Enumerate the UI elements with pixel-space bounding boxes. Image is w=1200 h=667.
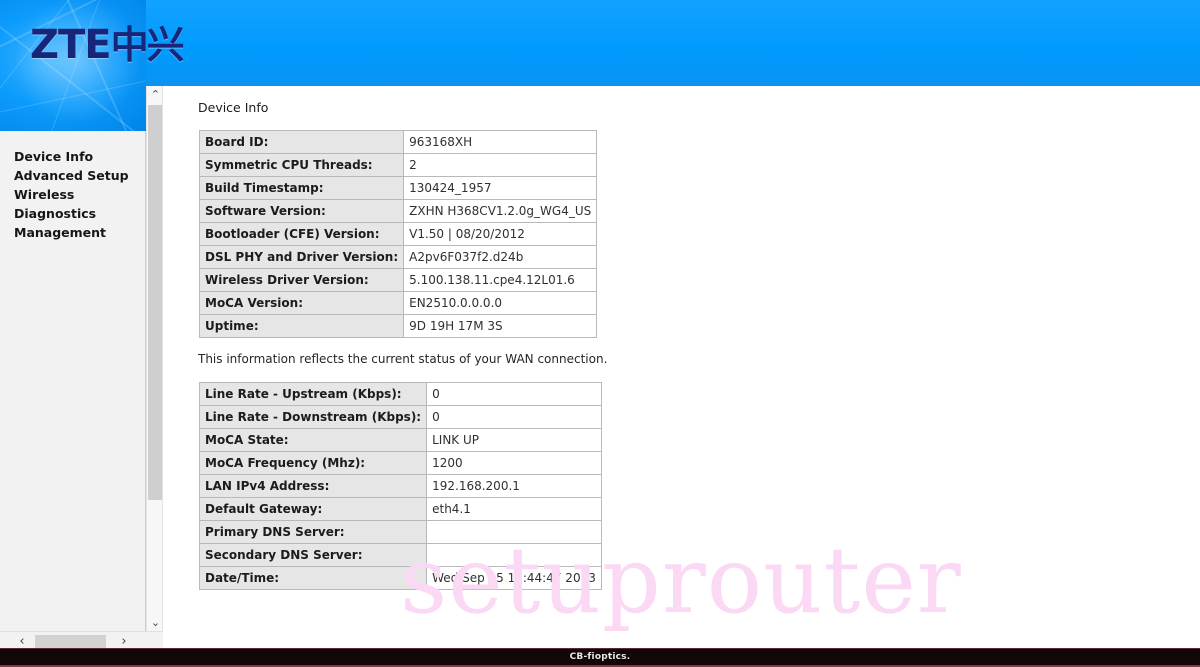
row-label: Line Rate - Upstream (Kbps): (198, 382, 428, 406)
row-label: Board ID: (198, 130, 405, 154)
row-label: Wireless Driver Version: (198, 268, 405, 292)
row-label: MoCA Version: (198, 291, 405, 315)
sidebar: Device Info Advanced Setup Wireless Diag… (0, 131, 146, 631)
bottom-status-text: CB-fioptics. (569, 652, 631, 662)
bottom-status-bar: CB-fioptics. (0, 648, 1200, 667)
row-value: 9D 19H 17M 3S (403, 314, 598, 338)
row-label: Bootloader (CFE) Version: (198, 222, 405, 246)
table-row: Line Rate - Downstream (Kbps): 0 (198, 405, 602, 429)
sidebar-menu: Device Info Advanced Setup Wireless Diag… (0, 131, 145, 242)
row-value: 5.100.138.11.cpe4.12L01.6 (403, 268, 598, 292)
row-value: Wed Sep 25 11:44:47 2013 (426, 566, 602, 590)
table-row: Build Timestamp: 130424_1957 (198, 176, 598, 200)
row-label: Date/Time: (198, 566, 428, 590)
row-value: eth4.1 (426, 497, 602, 521)
sidebar-item-advanced-setup[interactable]: Advanced Setup (14, 166, 145, 185)
zte-logo: ZTE中兴 (30, 22, 185, 68)
table-row: Date/Time: Wed Sep 25 11:44:47 2013 (198, 566, 602, 590)
zte-logo-cjk: 中兴 (110, 23, 185, 67)
vertical-scrollbar[interactable]: ⌃ ⌄ (146, 86, 163, 631)
table-row: MoCA State: LINK UP (198, 428, 602, 452)
wan-info-table-body: Line Rate - Upstream (Kbps): 0 Line Rate… (198, 382, 602, 590)
row-label: DSL PHY and Driver Version: (198, 245, 405, 269)
scroll-down-icon[interactable]: ⌄ (147, 614, 164, 631)
row-label: MoCA Frequency (Mhz): (198, 451, 428, 475)
sidebar-item-device-info[interactable]: Device Info (14, 147, 145, 166)
row-value: 130424_1957 (403, 176, 598, 200)
table-row: Default Gateway: eth4.1 (198, 497, 602, 521)
row-value: V1.50 | 08/20/2012 (403, 222, 598, 246)
row-label: Build Timestamp: (198, 176, 405, 200)
sidebar-item-management[interactable]: Management (14, 223, 145, 242)
row-label: Primary DNS Server: (198, 520, 428, 544)
row-label: Software Version: (198, 199, 405, 223)
table-row: Symmetric CPU Threads: 2 (198, 153, 598, 177)
table-row: Uptime: 9D 19H 17M 3S (198, 314, 598, 338)
sidebar-item-diagnostics[interactable]: Diagnostics (14, 204, 145, 223)
table-row: LAN IPv4 Address: 192.168.200.1 (198, 474, 602, 498)
table-row: MoCA Frequency (Mhz): 1200 (198, 451, 602, 475)
table-row: Wireless Driver Version: 5.100.138.11.cp… (198, 268, 598, 292)
table-row: Software Version: ZXHN H368CV1.2.0g_WG4_… (198, 199, 598, 223)
table-row: Line Rate - Upstream (Kbps): 0 (198, 382, 602, 406)
table-row: DSL PHY and Driver Version: A2pv6F037f2.… (198, 245, 598, 269)
wan-status-note: This information reflects the current st… (198, 352, 608, 366)
row-value: EN2510.0.0.0.0 (403, 291, 598, 315)
table-row: MoCA Version: EN2510.0.0.0.0 (198, 291, 598, 315)
row-value: 963168XH (403, 130, 598, 154)
row-label: Line Rate - Downstream (Kbps): (198, 405, 428, 429)
row-value: 1200 (426, 451, 602, 475)
row-value: 0 (426, 405, 602, 429)
device-info-table: Board ID: 963168XH Symmetric CPU Threads… (198, 130, 598, 338)
row-label: Symmetric CPU Threads: (198, 153, 405, 177)
zte-logo-latin: ZTE (30, 22, 112, 68)
scroll-up-icon[interactable]: ⌃ (147, 86, 164, 103)
wan-info-table: Line Rate - Upstream (Kbps): 0 Line Rate… (198, 382, 602, 590)
row-value: A2pv6F037f2.d24b (403, 245, 598, 269)
row-label: Uptime: (198, 314, 405, 338)
row-value: ZXHN H368CV1.2.0g_WG4_US (403, 199, 598, 223)
row-value: LINK UP (426, 428, 602, 452)
sidebar-item-wireless[interactable]: Wireless (14, 185, 145, 204)
device-info-table-body: Board ID: 963168XH Symmetric CPU Threads… (198, 130, 598, 338)
table-row: Board ID: 963168XH (198, 130, 598, 154)
row-label: MoCA State: (198, 428, 428, 452)
row-label: Default Gateway: (198, 497, 428, 521)
vertical-scrollbar-thumb[interactable] (148, 105, 162, 500)
row-value: 0 (426, 382, 602, 406)
row-value: 2 (403, 153, 598, 177)
page-title: Device Info (198, 100, 269, 115)
row-value: 192.168.200.1 (426, 474, 602, 498)
horizontal-scrollbar-thumb[interactable] (35, 635, 106, 649)
table-row: Secondary DNS Server: (198, 543, 602, 567)
main-content: Device Info Board ID: 963168XH Symmetric… (164, 86, 1200, 631)
table-row: Bootloader (CFE) Version: V1.50 | 08/20/… (198, 222, 598, 246)
row-value (426, 520, 602, 544)
row-value (426, 543, 602, 567)
table-row: Primary DNS Server: (198, 520, 602, 544)
row-label: Secondary DNS Server: (198, 543, 428, 567)
row-label: LAN IPv4 Address: (198, 474, 428, 498)
